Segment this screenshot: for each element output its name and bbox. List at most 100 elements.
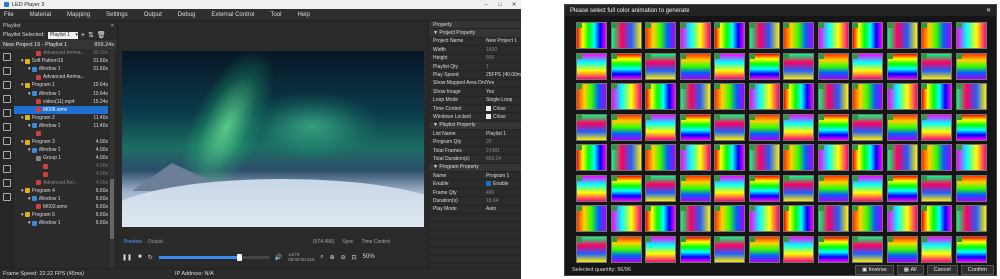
expand-arrow-icon[interactable]: ▾ — [21, 115, 24, 121]
tree-row[interactable]: ▾ Window 1 5.60s — [14, 219, 108, 227]
animation-thumbnail[interactable] — [610, 174, 642, 202]
property-value[interactable]: New Project 1 — [486, 38, 517, 44]
animation-thumbnail[interactable] — [783, 83, 814, 110]
animation-thumbnail[interactable] — [955, 83, 987, 110]
animation-thumbnail[interactable] — [783, 22, 814, 49]
property-row[interactable]: Name Program 1 — [429, 172, 521, 181]
menu-mapping[interactable]: Mapping — [67, 12, 90, 18]
property-value[interactable]: Program 1 — [486, 173, 509, 179]
tree-row[interactable]: ▾ Program 4 5.60s — [14, 187, 108, 195]
animation-thumbnail[interactable] — [679, 235, 711, 263]
animation-thumbnail[interactable] — [645, 83, 676, 110]
tree-scrollbar[interactable] — [110, 49, 114, 268]
zoom-reset-icon[interactable]: ⊡ — [352, 254, 357, 261]
animation-thumbnail[interactable] — [955, 113, 987, 141]
property-row[interactable]: Playlist Qty 1 — [429, 63, 521, 72]
tree-row[interactable]: Advanced Anima... 00.00s — [14, 49, 108, 57]
checkbox[interactable] — [486, 105, 491, 111]
animation-thumbnail[interactable] — [576, 22, 607, 49]
property-row[interactable]: Total Duration(s) 859.24 — [429, 155, 521, 164]
tree-row[interactable]: Advanced Anima... — [14, 73, 108, 81]
sync-toggle[interactable]: Sync — [342, 239, 353, 245]
tool-icon[interactable] — [3, 67, 11, 75]
property-section-header[interactable]: ▼ Program Property — [429, 163, 521, 173]
animation-thumbnail[interactable] — [714, 22, 745, 49]
animation-thumbnail[interactable] — [921, 144, 952, 171]
animation-thumbnail[interactable] — [783, 174, 814, 202]
tool-icon[interactable] — [3, 81, 11, 89]
animation-thumbnail[interactable] — [748, 52, 780, 80]
property-row[interactable]: Duration(s) 18.64 — [429, 197, 521, 206]
property-value[interactable]: 1 — [486, 64, 489, 70]
property-value[interactable]: Yes — [486, 89, 494, 95]
animation-thumbnail[interactable] — [852, 113, 883, 141]
property-section-header[interactable]: ▼ Playlist Property — [429, 121, 521, 131]
property-row[interactable]: Total Frames 21481 — [429, 147, 521, 156]
animation-thumbnail[interactable] — [955, 22, 987, 49]
animation-thumbnail[interactable] — [817, 174, 849, 202]
tool-icon[interactable] — [3, 109, 11, 117]
animation-thumbnail[interactable] — [852, 144, 883, 171]
property-row[interactable]: Time Control Close — [429, 105, 521, 114]
tree-row[interactable]: Group 1 4.00s — [14, 154, 108, 162]
animation-thumbnail[interactable] — [748, 22, 780, 49]
property-row[interactable] — [429, 239, 521, 248]
tree-row[interactable] — [14, 130, 108, 138]
expand-arrow-icon[interactable]: ▾ — [28, 147, 31, 153]
animation-thumbnail[interactable] — [610, 83, 642, 110]
animation-thumbnail[interactable] — [817, 144, 849, 171]
animation-thumbnail[interactable] — [576, 52, 607, 80]
animation-thumbnail[interactable] — [679, 52, 711, 80]
all-button[interactable]: ▦ All — [896, 265, 924, 275]
animation-thumbnail[interactable] — [645, 174, 676, 202]
expand-arrow-icon[interactable]: ▾ — [21, 188, 24, 194]
property-row[interactable] — [429, 214, 521, 223]
animation-thumbnail[interactable] — [610, 235, 642, 263]
property-value[interactable]: 20 — [486, 139, 492, 145]
animation-thumbnail[interactable] — [921, 52, 952, 80]
animation-thumbnail[interactable] — [783, 235, 814, 263]
animation-thumbnail[interactable] — [783, 113, 814, 141]
animation-thumbnail[interactable] — [783, 144, 814, 171]
expand-arrow-icon[interactable]: ▾ — [28, 66, 31, 72]
tree-row[interactable]: 4.00s — [14, 162, 108, 170]
tool-icon[interactable] — [3, 123, 11, 131]
property-row[interactable] — [429, 222, 521, 231]
tree-row[interactable]: Advanced Ani... 4.00s — [14, 179, 108, 187]
animation-thumbnail[interactable] — [886, 205, 918, 232]
animation-thumbnail[interactable] — [783, 52, 814, 80]
property-row[interactable]: Frame Qty 466 — [429, 189, 521, 198]
tree-row[interactable]: M003.wmv 5.60s — [14, 203, 108, 211]
property-value[interactable]: 18.64 — [486, 198, 499, 204]
tool-icon[interactable] — [3, 151, 11, 159]
menu-output[interactable]: Output — [144, 12, 162, 18]
expand-arrow-icon[interactable]: ▾ — [28, 123, 31, 129]
expand-arrow-icon[interactable]: ▾ — [21, 139, 24, 145]
property-row[interactable]: Play Speed 25FPS (40.00m — [429, 71, 521, 80]
menu-external-control[interactable]: External Control — [211, 12, 254, 18]
zoom-fit-icon[interactable]: ⌕ — [320, 254, 323, 261]
dialog-close-icon[interactable]: ✕ — [986, 7, 991, 14]
property-value[interactable]: Auto — [486, 206, 496, 212]
property-row[interactable]: Play Mode Auto — [429, 206, 521, 214]
property-value[interactable]: 25FPS (40.00m — [486, 72, 521, 78]
delete-icon[interactable]: 🗑 — [97, 31, 106, 39]
animation-thumbnail[interactable] — [852, 235, 883, 263]
animation-thumbnail[interactable] — [714, 83, 745, 110]
property-value[interactable]: 800 — [486, 55, 494, 61]
property-value[interactable]: 466 — [486, 190, 494, 196]
play-icon[interactable]: ❚❚ — [122, 254, 132, 261]
animation-thumbnail[interactable] — [645, 144, 676, 171]
playlist-close-icon[interactable]: × — [111, 23, 114, 29]
volume-icon[interactable]: 🔊 — [275, 254, 282, 261]
tree-row[interactable]: ▾ Program 5 5.60s — [14, 211, 108, 219]
menu-material[interactable]: Material — [30, 12, 51, 18]
checkbox[interactable] — [486, 114, 491, 120]
animation-thumbnail[interactable] — [610, 52, 642, 80]
animation-thumbnail[interactable] — [748, 83, 780, 110]
animation-thumbnail[interactable] — [955, 144, 987, 171]
expand-arrow-icon[interactable]: ▾ — [28, 91, 31, 97]
expand-arrow-icon[interactable]: ▾ — [21, 82, 24, 88]
property-row[interactable] — [429, 256, 521, 265]
animation-thumbnail[interactable] — [748, 144, 780, 171]
